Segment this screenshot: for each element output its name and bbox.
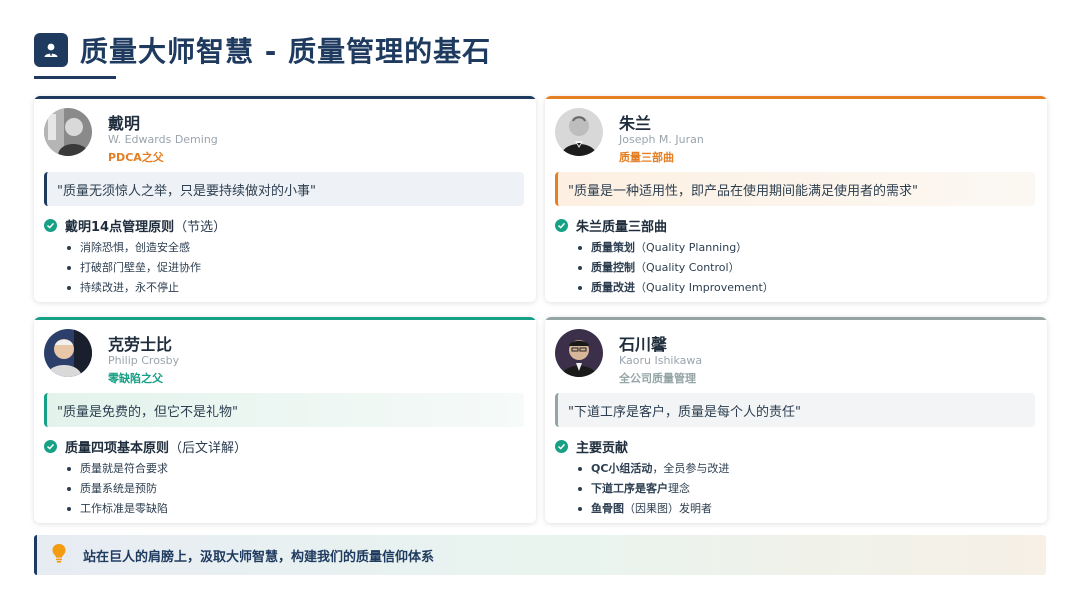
master-english-name: W. Edwards Deming [108, 133, 218, 146]
section-heading: 戴明14点管理原则 （节选） [44, 216, 226, 235]
check-circle-icon [555, 219, 568, 232]
master-name: 戴明 [108, 114, 141, 133]
list-item: 质量就是符合要求 [67, 459, 168, 479]
list-item: 鱼骨图 （因果图）发明者 [578, 499, 729, 519]
master-quote: "质量是免费的，但它不是礼物" [44, 393, 524, 427]
list-item: QC小组活动 ，全员参与改进 [578, 459, 729, 479]
master-name: 克劳士比 [108, 335, 173, 354]
section-heading: 朱兰质量三部曲 [555, 216, 667, 235]
master-tag: PDCA之父 [108, 151, 164, 164]
list-item: 工作标准是零缺陷 [67, 499, 168, 519]
section-heading: 主要贡献 [555, 437, 628, 456]
juran-portrait [555, 108, 603, 156]
list-item: 质量改进 （Quality Improvement） [578, 278, 774, 298]
master-name: 朱兰 [619, 114, 652, 133]
card-accent-bar [34, 317, 536, 320]
master-english-name: Joseph M. Juran [619, 133, 704, 146]
principle-list: 质量就是符合要求 质量系统是预防 工作标准是零缺陷 [67, 459, 168, 519]
master-tag: 质量三部曲 [619, 151, 674, 164]
master-tag: 全公司质量管理 [619, 372, 696, 385]
list-item: 质量策划 （Quality Planning） [578, 238, 774, 258]
list-item: 质量控制 （Quality Control） [578, 258, 774, 278]
title-underline [34, 76, 116, 79]
list-item: 打破部门壁垒，促进协作 [67, 258, 201, 278]
master-card-ishikawa: 石川馨 Kaoru Ishikawa 全公司质量管理 "下道工序是客户，质量是每… [545, 317, 1047, 523]
section-note: （后文详解） [169, 441, 248, 456]
slide-header: 质量大师智慧 - 质量管理的基石 [34, 30, 491, 70]
section-title: 主要贡献 [576, 441, 629, 456]
check-circle-icon [44, 219, 57, 232]
principle-list: QC小组活动 ，全员参与改进 下道工序是客户 理念 鱼骨图 （因果图）发明者 [578, 459, 729, 519]
ishikawa-portrait [555, 329, 603, 377]
section-title: 质量四项基本原则 [65, 441, 170, 456]
list-item: 下道工序是客户 理念 [578, 479, 729, 499]
card-accent-bar [545, 317, 1047, 320]
master-name: 石川馨 [619, 335, 668, 354]
section-heading: 质量四项基本原则 （后文详解） [44, 437, 247, 456]
principle-list: 质量策划 （Quality Planning） 质量控制 （Quality Cont… [578, 238, 774, 298]
card-accent-bar [34, 96, 536, 99]
card-accent-bar [545, 96, 1047, 99]
master-quote: "下道工序是客户，质量是每个人的责任" [555, 393, 1035, 427]
master-card-crosby: 克劳士比 Philip Crosby 零缺陷之父 "质量是免费的，但它不是礼物"… [34, 317, 536, 523]
deming-portrait [44, 108, 92, 156]
master-quote: "质量是一种适用性，即产品在使用期间能满足使用者的需求" [555, 172, 1035, 206]
check-circle-icon [44, 440, 57, 453]
section-title: 朱兰质量三部曲 [576, 220, 668, 235]
master-quote: "质量无须惊人之举，只是要持续做对的小事" [44, 172, 524, 206]
section-note: （节选） [174, 220, 227, 235]
footer-message: 站在巨人的肩膀上，汲取大师智慧，构建我们的质量信仰体系 [83, 549, 435, 565]
check-circle-icon [555, 440, 568, 453]
lightbulb-icon [51, 543, 67, 567]
section-title: 戴明14点管理原则 [65, 220, 175, 235]
master-card-deming: 戴明 W. Edwards Deming PDCA之父 "质量无须惊人之举，只是… [34, 96, 536, 302]
principle-list: 消除恐惧，创造安全感 打破部门壁垒，促进协作 持续改进，永不停止 [67, 238, 201, 298]
page-title: 质量大师智慧 - 质量管理的基石 [80, 35, 492, 68]
list-item: 消除恐惧，创造安全感 [67, 238, 201, 258]
master-english-name: Kaoru Ishikawa [619, 354, 703, 367]
master-card-juran: 朱兰 Joseph M. Juran 质量三部曲 "质量是一种适用性，即产品在使… [545, 96, 1047, 302]
master-tag: 零缺陷之父 [108, 372, 163, 385]
user-badge-icon [34, 33, 68, 67]
footer-banner: 站在巨人的肩膀上，汲取大师智慧，构建我们的质量信仰体系 [34, 535, 1046, 575]
crosby-portrait [44, 329, 92, 377]
list-item: 持续改进，永不停止 [67, 278, 201, 298]
master-english-name: Philip Crosby [108, 354, 180, 367]
list-item: 质量系统是预防 [67, 479, 168, 499]
